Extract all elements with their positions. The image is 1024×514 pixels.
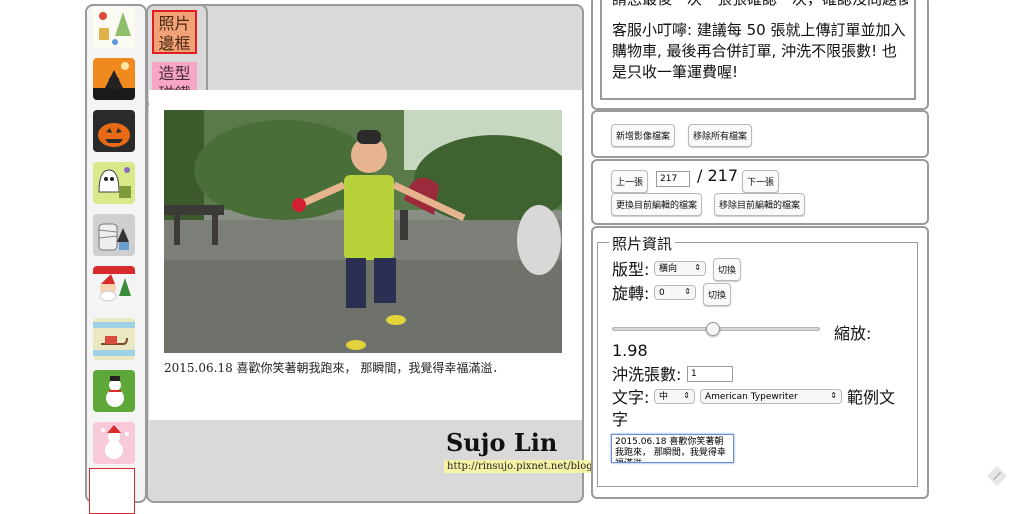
thumbnail-santa-frame[interactable] (93, 266, 135, 308)
current-photo-input[interactable]: 217 (656, 171, 690, 187)
layout-label: 版型: (612, 260, 650, 279)
remove-current-file-button[interactable]: 移除目前編輯的檔案 (714, 193, 806, 216)
tab-photo-frame-label-1: 照片 (158, 14, 191, 33)
photo-image (164, 110, 562, 353)
text-size-value: 中 (659, 392, 669, 402)
notice-partial-text: 請您最後一次一張張確認一次，確認沒問題後 (612, 0, 908, 9)
photo-preview[interactable] (164, 110, 562, 353)
zoom-label: 縮放: (834, 324, 872, 343)
sample-text-label-2: 字 (612, 410, 629, 429)
layout-select-value: 橫向 (659, 264, 678, 274)
text-label: 文字: (612, 388, 650, 407)
photo-caption: 2015.06.18 喜歡你笑著朝我跑來， 那瞬間，我覺得幸福滿溢． (164, 361, 505, 375)
chevron-updown-icon: ⇕ (694, 263, 701, 272)
sample-text-label-1: 範例文 (847, 388, 896, 407)
remove-all-files-button[interactable]: 移除所有檔案 (688, 124, 753, 147)
thumbnail-sleigh-frame[interactable] (93, 318, 135, 360)
tab-magnet-label-1: 造型 (158, 64, 191, 83)
layout-toggle-button[interactable]: 切換 (713, 258, 742, 281)
prev-photo-button[interactable]: 上一張 (611, 170, 649, 193)
thumbnail-snowman-frame[interactable] (93, 370, 135, 412)
add-image-button[interactable]: 新增影像檔案 (611, 124, 676, 147)
replace-current-file-button[interactable]: 更換目前編輯的檔案 (611, 193, 703, 216)
thumbnail-mummy-frame[interactable] (93, 214, 135, 256)
photo-total: / 217 (697, 166, 739, 185)
thumbnail-halloween-house[interactable] (93, 58, 135, 100)
font-select-value: American Typewriter (705, 392, 798, 402)
rotate-select-value: 0 (659, 288, 665, 298)
rotate-toggle-button[interactable]: 切換 (703, 283, 732, 306)
frame-thumbnail-list (85, 4, 147, 514)
text-size-select[interactable]: 中 ⇕ (654, 389, 695, 404)
thumbnail-snowman-pink-frame[interactable] (93, 422, 135, 464)
caption-textarea[interactable]: 2015.06.18 喜歡你笑著朝我跑來， 那瞬間，我覺得幸福滿溢。 (611, 434, 734, 463)
chevron-updown-icon: ⇕ (684, 287, 691, 296)
thumbnail-halloween-ghost[interactable] (93, 162, 135, 204)
chevron-updown-icon: ⇕ (830, 391, 837, 400)
thumbnail-halloween-pumpkin[interactable] (93, 110, 135, 152)
thumbnail-blank-frame[interactable] (89, 468, 135, 514)
rotate-label: 旋轉: (612, 284, 650, 303)
next-photo-button[interactable]: 下一張 (742, 170, 780, 193)
zoom-slider-handle[interactable] (706, 322, 720, 336)
chevron-updown-icon: ⇕ (683, 391, 690, 400)
tab-photo-frame-label-2: 邊框 (158, 34, 191, 53)
prints-count-input[interactable]: 1 (687, 366, 733, 382)
tab-photo-frame[interactable]: 照片 邊框 (152, 10, 197, 54)
watermark-url: http://rinsujo.pixnet.net/blog (444, 460, 596, 473)
feedback-icon[interactable] (987, 466, 1007, 486)
rotate-select[interactable]: 0 ⇕ (654, 285, 696, 300)
zoom-value: 1.98 (612, 341, 648, 360)
font-select[interactable]: American Typewriter ⇕ (700, 389, 842, 404)
prints-label: 沖洗張數: (612, 365, 682, 384)
notice-text: 客服小叮嚀: 建議每 50 張就上傳訂單並加入購物車, 最後再合併訂單, 沖洗不… (612, 21, 906, 81)
watermark-logo: Sujo Lin (446, 428, 558, 457)
photo-info-legend: 照片資訊 (609, 233, 676, 254)
thumbnail-christmas-frame[interactable] (93, 6, 135, 48)
layout-select[interactable]: 橫向 ⇕ (654, 261, 706, 276)
